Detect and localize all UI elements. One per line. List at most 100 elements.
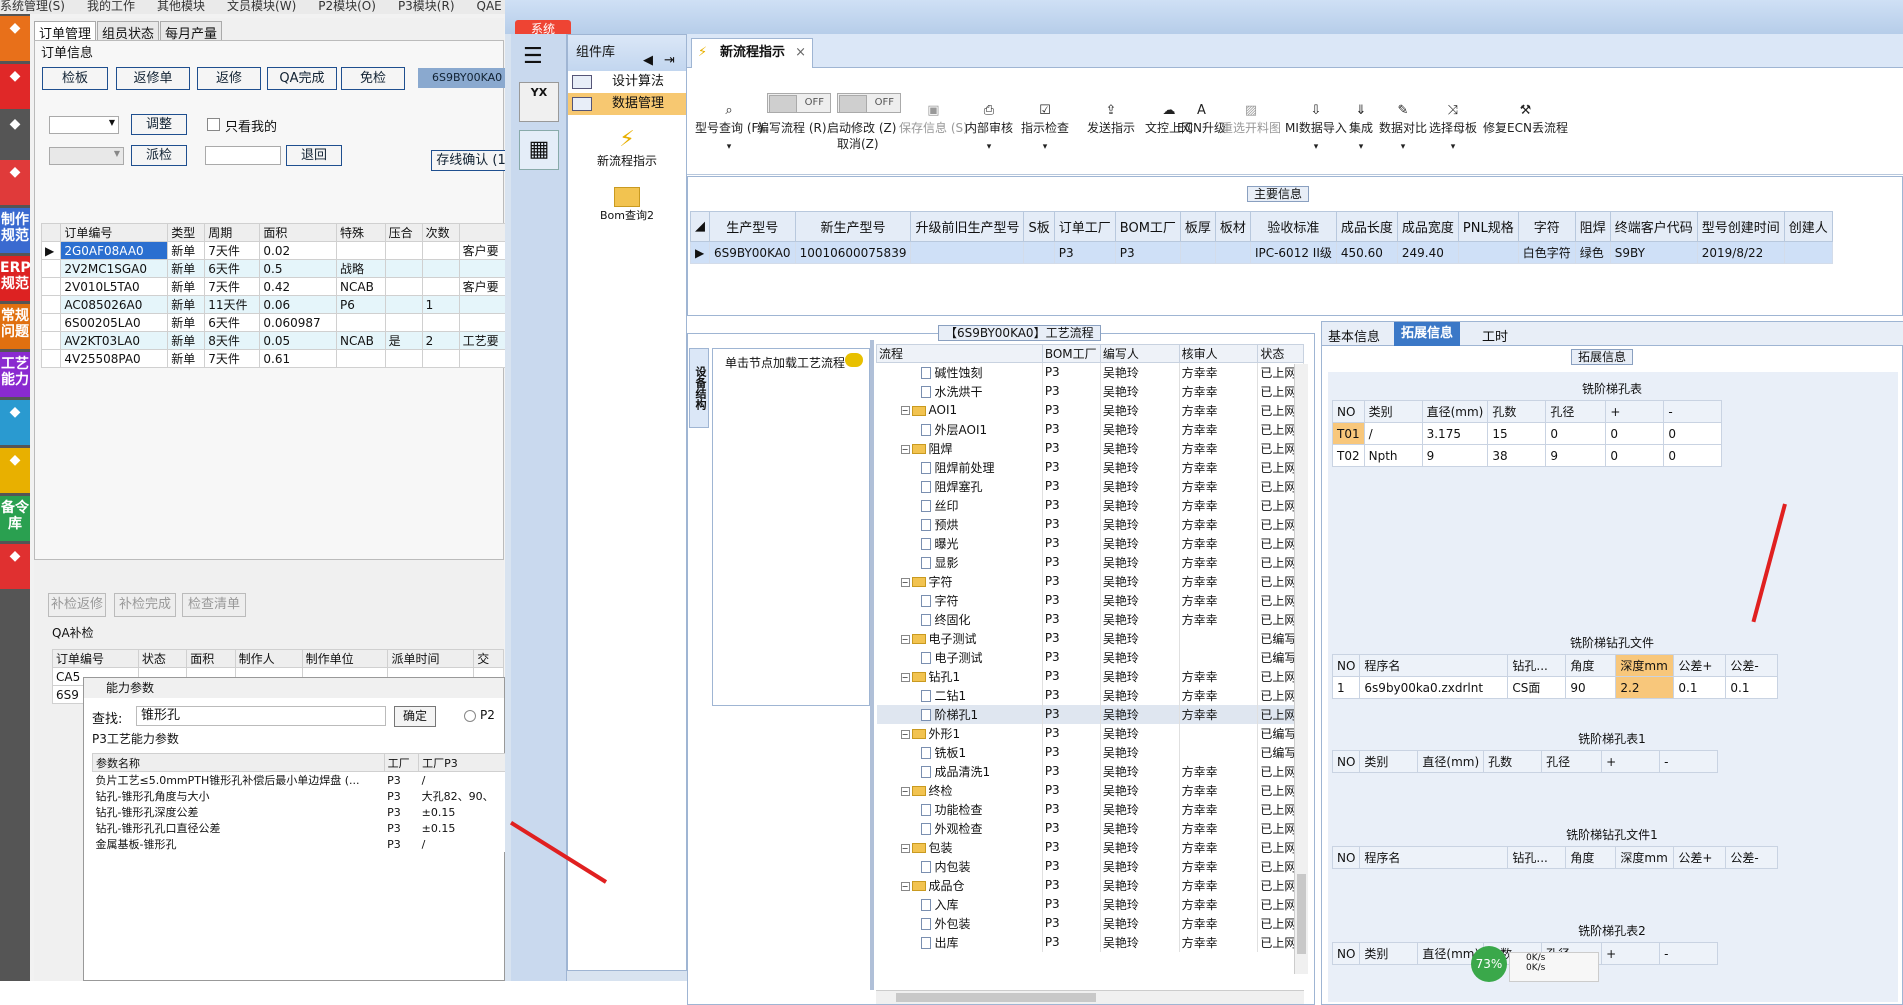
tree-node-name[interactable]: − 成品仓 bbox=[876, 875, 1043, 895]
side-icon-calendar-icon[interactable]: ◆ bbox=[0, 544, 30, 589]
tree-node-leaf[interactable]: 出库 P3 吴艳玲 方幸幸 已上网 bbox=[876, 932, 1304, 952]
rework-button[interactable]: 返修 bbox=[197, 67, 261, 90]
tree-node-name[interactable]: 功能检查 bbox=[876, 799, 1043, 819]
confirm-button[interactable]: 确定 bbox=[394, 706, 436, 727]
side-icon-logo-g-icon[interactable]: ◆ bbox=[0, 16, 30, 61]
p2-radio[interactable] bbox=[464, 710, 476, 722]
tree-node-leaf[interactable]: 字符 P3 吴艳玲 方幸幸 已上网 bbox=[876, 590, 1304, 610]
tree-node-leaf[interactable]: 终固化 P3 吴艳玲 方幸幸 已上网 bbox=[876, 609, 1304, 629]
close-icon[interactable]: × bbox=[795, 39, 806, 67]
collapse-icon[interactable]: − bbox=[900, 444, 910, 454]
toggle-switch[interactable]: OFF bbox=[767, 93, 831, 113]
tab-basic-info[interactable]: 基本信息 bbox=[1328, 326, 1380, 345]
tree-node-leaf[interactable]: 内包装 P3 吴艳玲 方幸幸 已上网 bbox=[876, 856, 1304, 876]
chevron-down-icon[interactable]: ▾ bbox=[1429, 142, 1477, 152]
tab-new-flow[interactable]: ⚡ 新流程指示 × bbox=[691, 38, 813, 68]
tree-node-leaf[interactable]: 显影 P3 吴艳玲 方幸幸 已上网 bbox=[876, 552, 1304, 572]
tree-node-name[interactable]: 二钻1 bbox=[876, 685, 1043, 705]
chevron-down-icon[interactable]: ▾ bbox=[1379, 142, 1427, 152]
tree-node-name[interactable]: 外观检查 bbox=[876, 818, 1043, 838]
dispatch-input[interactable] bbox=[205, 146, 281, 165]
tree-node-leaf[interactable]: 二钻1 P3 吴艳玲 方幸幸 已上网 bbox=[876, 685, 1304, 705]
chevron-down-icon[interactable]: ▾ bbox=[965, 142, 1013, 152]
table-row[interactable]: 1 6s9by00ka0.zxdrlnt CS面 90 2.2 0.1 0.1 bbox=[1331, 676, 1779, 699]
tree-node-name[interactable]: 阻焊塞孔 bbox=[876, 476, 1043, 496]
selected-code-field[interactable]: 6S9BY00KA0 bbox=[418, 68, 505, 88]
table-row[interactable]: 钻孔-锥形孔孔口直径公差 P3 ±0.15 bbox=[93, 820, 506, 836]
toolbar-check-icon-button[interactable]: ☑ 指示检查 ▾ bbox=[1021, 103, 1069, 152]
tree-node-name[interactable]: 曝光 bbox=[876, 533, 1043, 553]
tree-node-leaf[interactable]: 功能检查 P3 吴艳玲 方幸幸 已上网 bbox=[876, 799, 1304, 819]
tree-node-name[interactable]: − 阻焊 bbox=[876, 438, 1043, 458]
toolbar-wrench-icon-button[interactable]: ⚒ 修复ECN丢流程 bbox=[1483, 103, 1568, 136]
tree-node-name[interactable]: 字符 bbox=[876, 590, 1043, 610]
menu-item[interactable]: 其他模块 bbox=[157, 0, 205, 13]
tree-node-folder[interactable]: − AOI1 P3 吴艳玲 方幸幸 已上网 bbox=[876, 400, 1304, 420]
tree-node-name[interactable]: − 终检 bbox=[876, 780, 1043, 800]
filter-dropdown-2[interactable]: ▼ bbox=[49, 147, 124, 165]
tree-node-folder[interactable]: − 成品仓 P3 吴艳玲 方幸幸 已上网 bbox=[876, 875, 1304, 895]
side-icon-doc-icon[interactable]: 工艺 能力 bbox=[0, 352, 30, 397]
tree-node-folder[interactable]: − 字符 P3 吴艳玲 方幸幸 已上网 bbox=[876, 571, 1304, 591]
tree-node-name[interactable]: − AOI1 bbox=[876, 400, 1043, 420]
tree-vertical-scrollbar[interactable] bbox=[1294, 364, 1308, 974]
tree-horizontal-scrollbar[interactable] bbox=[876, 990, 1304, 1004]
recheck-done-button[interactable]: 补检完成 bbox=[114, 593, 176, 617]
only-mine-checkbox[interactable] bbox=[207, 118, 220, 131]
collapse-icon[interactable]: − bbox=[900, 672, 910, 682]
toolbar-upgrade-icon-button[interactable]: A ECN升级 bbox=[1177, 103, 1226, 136]
tree-node-folder[interactable]: − 阻焊 P3 吴艳玲 方幸幸 已上网 bbox=[876, 438, 1304, 458]
cancel-label[interactable]: 取消(Z) bbox=[837, 135, 879, 152]
tree-node-name[interactable]: 成品清洗1 bbox=[876, 761, 1043, 781]
tree-node-leaf[interactable]: 水洗烘干 P3 吴艳玲 方幸幸 已上网 bbox=[876, 381, 1304, 401]
tree-node-name[interactable]: − 钻孔1 bbox=[876, 666, 1043, 686]
chevron-down-icon[interactable]: ▾ bbox=[695, 142, 763, 152]
tree-node-leaf[interactable]: 丝印 P3 吴艳玲 方幸幸 已上网 bbox=[876, 495, 1304, 515]
lib-item-design-algorithm[interactable]: 设计算法 bbox=[568, 71, 686, 93]
tree-node-leaf[interactable]: 阻焊前处理 P3 吴艳玲 方幸幸 已上网 bbox=[876, 457, 1304, 477]
tree-node-name[interactable]: 显影 bbox=[876, 552, 1043, 572]
qa-done-button[interactable]: QA完成 bbox=[267, 67, 337, 90]
lib-item-data-manage[interactable]: 数据管理 bbox=[568, 93, 686, 115]
table-row[interactable]: ▶ 6S9BY00KA0 10010600075839 P3 P3 IPC-6012 II… bbox=[690, 241, 1833, 264]
tree-node-name[interactable]: 碱性蚀刻 bbox=[876, 362, 1043, 382]
tree-node-name[interactable]: − 字符 bbox=[876, 571, 1043, 591]
table-row[interactable]: 金属基板-锥形孔 P3 / bbox=[93, 836, 506, 852]
toolbar-print-icon-button[interactable]: ⎙ 内部审核 ▾ bbox=[965, 103, 1013, 152]
toolbar-search-icon-button[interactable]: ⌕ 型号查询 (F) ▾ bbox=[695, 103, 763, 152]
side-icon-doc-icon[interactable]: 制作 规范 bbox=[0, 208, 30, 253]
tree-node-leaf[interactable]: 成品清洗1 P3 吴艳玲 方幸幸 已上网 bbox=[876, 761, 1304, 781]
table-row[interactable]: T01/3.175 15 0 0 0 bbox=[1332, 422, 1723, 445]
exempt-button[interactable]: 免检 bbox=[341, 67, 405, 90]
tree-node-name[interactable]: 内包装 bbox=[876, 856, 1043, 876]
tree-node-leaf[interactable]: 预烘 P3 吴艳玲 方幸幸 已上网 bbox=[876, 514, 1304, 534]
dispatch-button[interactable]: 派检 bbox=[131, 145, 187, 166]
table-row[interactable]: 4V25508PA0 新单 7天件 0.61 bbox=[40, 349, 505, 368]
tree-node-folder[interactable]: − 钻孔1 P3 吴艳玲 方幸幸 已上网 bbox=[876, 666, 1304, 686]
side-icon-doc-icon[interactable]: 备令 库 bbox=[0, 496, 30, 541]
tree-node-name[interactable]: 电子测试 bbox=[876, 647, 1043, 667]
chevron-down-icon[interactable]: ▾ bbox=[1285, 142, 1347, 152]
chevron-down-icon[interactable]: ▾ bbox=[1349, 142, 1373, 152]
tree-node-leaf[interactable]: 阶梯孔1 P3 吴艳玲 方幸幸 已上网 bbox=[876, 704, 1304, 724]
toolbar-download-icon-button[interactable]: ⇓ 集成 ▾ bbox=[1349, 103, 1373, 152]
tree-node-leaf[interactable]: 外包装 P3 吴艳玲 方幸幸 已上网 bbox=[876, 913, 1304, 933]
tree-node-leaf[interactable]: 阻焊塞孔 P3 吴艳玲 方幸幸 已上网 bbox=[876, 476, 1304, 496]
param-search-input[interactable]: 锥形孔 bbox=[136, 706, 386, 726]
tree-node-name[interactable]: 外包装 bbox=[876, 913, 1043, 933]
inspect-button[interactable]: 检板 bbox=[42, 67, 108, 90]
tree-node-name[interactable]: 阻焊前处理 bbox=[876, 457, 1043, 477]
table-row[interactable]: ▶ 2G0AF08AA0 新单 7天件 0.02 客户要 bbox=[40, 241, 505, 260]
rework-order-button[interactable]: 返修单 bbox=[116, 67, 190, 90]
toolbar-send-icon-button[interactable]: ⇪ 发送指示 bbox=[1087, 103, 1135, 136]
tree-node-leaf[interactable]: 入库 P3 吴艳玲 方幸幸 已上网 bbox=[876, 894, 1304, 914]
tab-work-hours[interactable]: 工时 bbox=[1482, 326, 1508, 345]
recheck-rework-button[interactable]: 补检返修 bbox=[48, 593, 106, 617]
side-icon-save-icon[interactable]: ◆ bbox=[0, 160, 30, 205]
tree-node-folder[interactable]: − 终检 P3 吴艳玲 方幸幸 已上网 bbox=[876, 780, 1304, 800]
adjust-button[interactable]: 调整 bbox=[131, 114, 187, 135]
collapse-icon[interactable]: − bbox=[900, 786, 910, 796]
tree-node-name[interactable]: − 电子测试 bbox=[876, 628, 1043, 648]
collapse-icon[interactable]: − bbox=[900, 577, 910, 587]
table-row[interactable]: 6S00205LA0 新单 6天件 0.060987 bbox=[40, 313, 505, 332]
